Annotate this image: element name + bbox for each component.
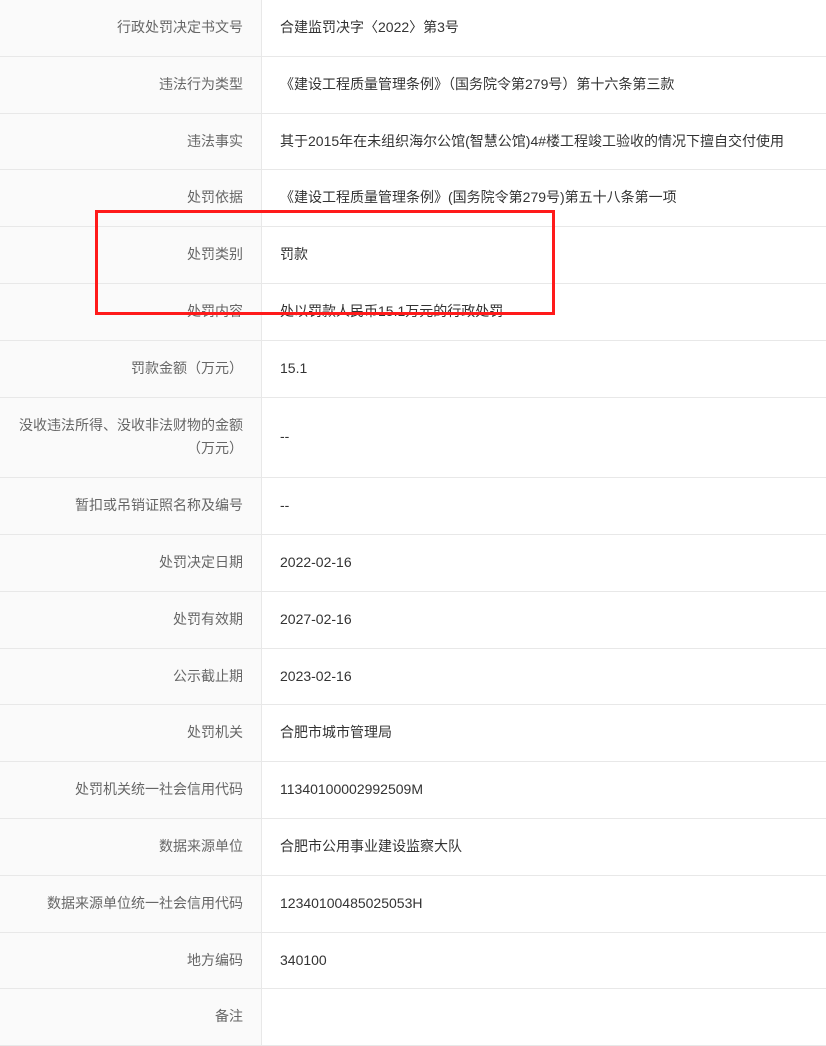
table-row: 处罚有效期2027-02-16	[0, 592, 826, 649]
table-row: 处罚依据《建设工程质量管理条例》(国务院令第279号)第五十八条第一项	[0, 170, 826, 227]
table-row: 暂扣或吊销证照名称及编号--	[0, 478, 826, 535]
row-label: 地方编码	[0, 933, 262, 989]
row-label: 行政处罚决定书文号	[0, 0, 262, 56]
row-value: 合肥市公用事业建设监察大队	[262, 819, 826, 875]
row-value	[262, 989, 826, 1045]
row-value: 处以罚款人民币15.1万元的行政处罚	[262, 284, 826, 340]
row-value: 2027-02-16	[262, 592, 826, 648]
row-value: 12340100485025053H	[262, 876, 826, 932]
row-label: 数据来源单位统一社会信用代码	[0, 876, 262, 932]
row-value: --	[262, 478, 826, 534]
row-label: 违法行为类型	[0, 57, 262, 113]
row-value: 罚款	[262, 227, 826, 283]
table-row: 行政处罚决定书文号合建监罚决字〈2022〉第3号	[0, 0, 826, 57]
table-row: 处罚类别罚款	[0, 227, 826, 284]
row-label: 处罚有效期	[0, 592, 262, 648]
row-label: 处罚类别	[0, 227, 262, 283]
row-label: 处罚依据	[0, 170, 262, 226]
table-row: 备注	[0, 989, 826, 1046]
table-row: 数据来源单位统一社会信用代码12340100485025053H	[0, 876, 826, 933]
table-row: 数据来源单位合肥市公用事业建设监察大队	[0, 819, 826, 876]
row-value: --	[262, 398, 826, 478]
row-value: 2022-02-16	[262, 535, 826, 591]
row-label: 违法事实	[0, 114, 262, 170]
table-row: 罚款金额（万元）15.1	[0, 341, 826, 398]
row-label: 处罚机关统一社会信用代码	[0, 762, 262, 818]
row-label: 数据来源单位	[0, 819, 262, 875]
table-row: 处罚内容处以罚款人民币15.1万元的行政处罚	[0, 284, 826, 341]
table-row: 违法事实其于2015年在未组织海尔公馆(智慧公馆)4#楼工程竣工验收的情况下擅自…	[0, 114, 826, 171]
row-value: 15.1	[262, 341, 826, 397]
table-row: 公示截止期2023-02-16	[0, 649, 826, 706]
table-row: 处罚机关合肥市城市管理局	[0, 705, 826, 762]
row-value: 其于2015年在未组织海尔公馆(智慧公馆)4#楼工程竣工验收的情况下擅自交付使用	[262, 114, 826, 170]
row-value: 合建监罚决字〈2022〉第3号	[262, 0, 826, 56]
row-label: 暂扣或吊销证照名称及编号	[0, 478, 262, 534]
row-value: 2023-02-16	[262, 649, 826, 705]
row-value: 《建设工程质量管理条例》（国务院令第279号）第十六条第三款	[262, 57, 826, 113]
table-row: 地方编码340100	[0, 933, 826, 990]
row-label: 公示截止期	[0, 649, 262, 705]
table-row: 处罚机关统一社会信用代码11340100002992509M	[0, 762, 826, 819]
row-value: 11340100002992509M	[262, 762, 826, 818]
table-row: 处罚决定日期2022-02-16	[0, 535, 826, 592]
row-label: 处罚机关	[0, 705, 262, 761]
detail-table: 行政处罚决定书文号合建监罚决字〈2022〉第3号违法行为类型《建设工程质量管理条…	[0, 0, 826, 1046]
row-value: 合肥市城市管理局	[262, 705, 826, 761]
row-label: 处罚决定日期	[0, 535, 262, 591]
table-row: 没收违法所得、没收非法财物的金额（万元）--	[0, 398, 826, 479]
row-label: 处罚内容	[0, 284, 262, 340]
table-row: 违法行为类型《建设工程质量管理条例》（国务院令第279号）第十六条第三款	[0, 57, 826, 114]
row-label: 罚款金额（万元）	[0, 341, 262, 397]
row-value: 340100	[262, 933, 826, 989]
row-label: 备注	[0, 989, 262, 1045]
row-label: 没收违法所得、没收非法财物的金额（万元）	[0, 398, 262, 478]
row-value: 《建设工程质量管理条例》(国务院令第279号)第五十八条第一项	[262, 170, 826, 226]
